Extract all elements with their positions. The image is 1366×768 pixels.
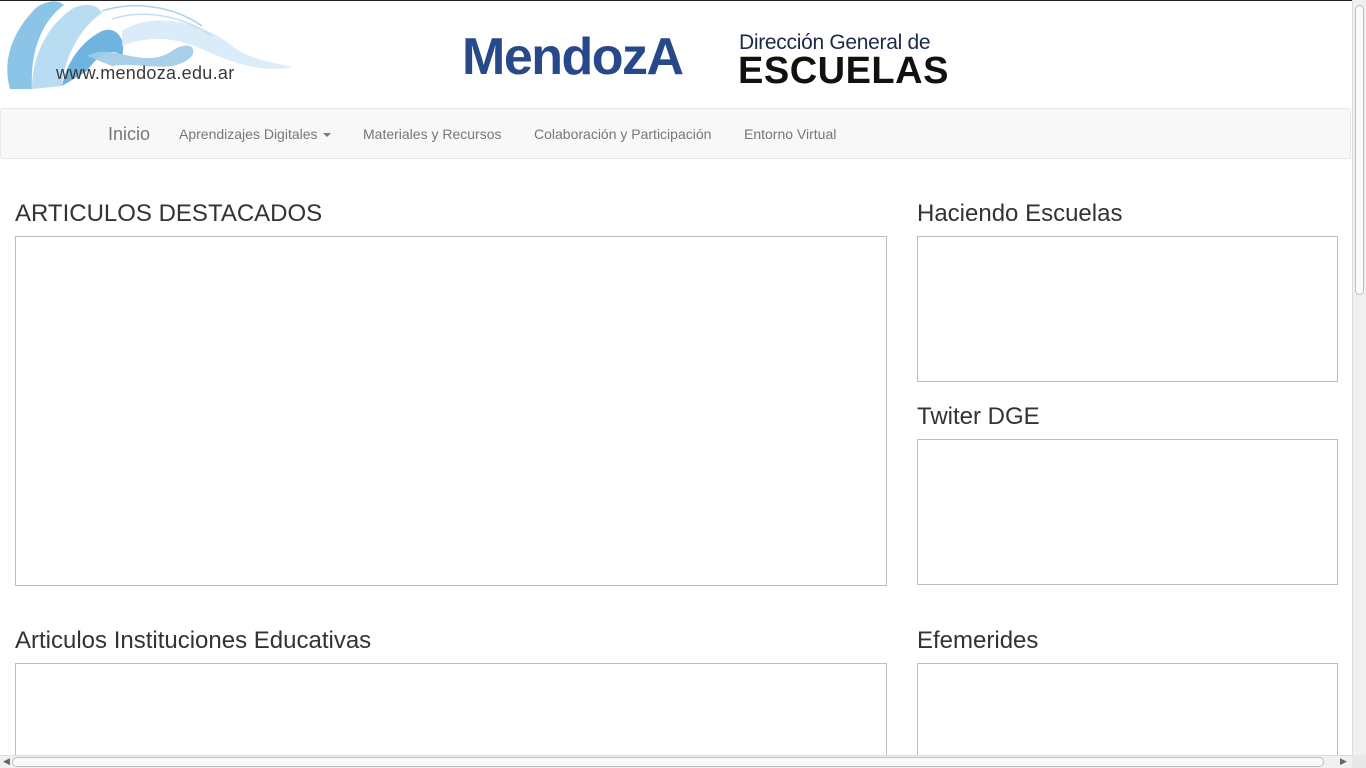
nav-item-aprendizajes-digitales[interactable]: Aprendizajes Digitales: [179, 126, 331, 142]
browser-viewport: www.mendoza.edu.ar MendozA Dirección Gen…: [0, 0, 1352, 755]
nav-item-materiales-recursos[interactable]: Materiales y Recursos: [363, 126, 502, 142]
horizontal-scrollbar[interactable]: ◀ ▶: [0, 755, 1352, 768]
twitter-panel: [917, 439, 1338, 585]
brand-mendoza-text: MendozA: [462, 28, 684, 86]
vertical-scroll-thumb[interactable]: [1355, 5, 1364, 295]
caret-down-icon: [322, 133, 331, 138]
haciendo-escuelas-panel: [917, 236, 1338, 382]
section-title-instituciones: Articulos Instituciones Educativas: [15, 627, 372, 654]
site-header: www.mendoza.edu.ar MendozA Dirección Gen…: [0, 1, 1352, 107]
section-title-efemerides: Efemerides: [917, 627, 1039, 654]
scroll-left-icon[interactable]: ◀: [3, 756, 10, 767]
nav-item-colaboracion[interactable]: Colaboración y Participación: [534, 126, 711, 142]
brand-escuelas-text: ESCUELAS: [738, 50, 949, 92]
instituciones-panel: [15, 663, 887, 755]
destacados-panel: [15, 236, 887, 586]
vertical-scrollbar[interactable]: [1352, 0, 1366, 755]
scroll-right-icon[interactable]: ▶: [1340, 756, 1347, 767]
nav-item-label: Aprendizajes Digitales: [179, 126, 318, 142]
scrollbar-corner: [1352, 755, 1366, 768]
nav-home-link[interactable]: Inicio: [108, 124, 150, 145]
nav-item-entorno-virtual[interactable]: Entorno Virtual: [744, 126, 836, 142]
main-navbar: Inicio Aprendizajes Digitales Materiales…: [0, 108, 1351, 159]
efemerides-panel: [917, 663, 1338, 755]
horizontal-scroll-thumb[interactable]: [12, 757, 1324, 767]
section-title-twitter: Twiter DGE: [917, 403, 1040, 430]
section-title-haciendo-escuelas: Haciendo Escuelas: [917, 200, 1123, 227]
section-title-destacados: ARTICULOS DESTACADOS: [15, 200, 323, 227]
dge-brand-logo[interactable]: MendozA Dirección General de ESCUELAS: [462, 15, 952, 93]
site-url-text: www.mendoza.edu.ar: [56, 63, 235, 83]
